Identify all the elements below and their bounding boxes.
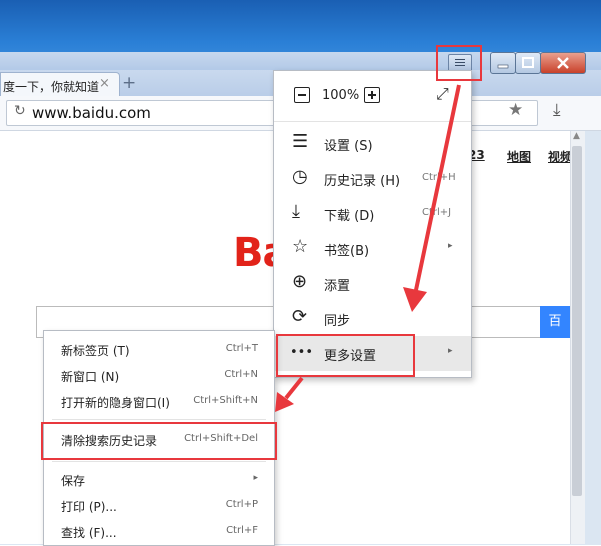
main-menu: 100% ⤢ ☰ 设置 (S) ◷ 历史记录 (H) Ctrl+H ⤓ 下载 (… — [273, 70, 472, 378]
zoom-in-button[interactable] — [364, 87, 380, 103]
minus-icon — [298, 94, 306, 96]
menu-item-label: 书签(B) — [324, 244, 370, 259]
submenu-arrow-icon: ▸ — [253, 473, 258, 483]
menu-item-label: 下载 (D) — [324, 209, 375, 224]
menu-item-label: 同步 — [324, 314, 351, 329]
menu-item-label: 设置 (S) — [324, 139, 373, 154]
submenu-item-label: 新窗口 (N) — [61, 370, 120, 384]
minimize-icon — [497, 64, 509, 69]
zoom-level: 100% — [322, 88, 360, 103]
submenu-item-label: 打开新的隐身窗口(I) — [61, 396, 170, 410]
close-icon — [557, 57, 569, 69]
zoom-out-button[interactable] — [294, 87, 310, 103]
menu-divider — [52, 419, 266, 420]
submenu-item-label: 新标签页 (T) — [61, 344, 130, 358]
menu-item-label: 历史记录 (H) — [324, 174, 401, 189]
close-tab-icon[interactable]: × — [99, 76, 110, 91]
tab-title: 度一下，你就知道 — [3, 80, 100, 94]
submenu-item-new-tab[interactable]: 新标签页 (T) Ctrl+T — [44, 337, 274, 363]
submenu-item-shortcut: Ctrl+F — [226, 525, 258, 536]
menu-divider — [52, 461, 266, 462]
fullscreen-icon[interactable]: ⤢ — [436, 84, 449, 104]
menu-item-bookmarks[interactable]: ☆ 书签(B) ▸ — [274, 231, 471, 266]
scrollbar-thumb[interactable] — [572, 146, 582, 496]
submenu-item-incognito[interactable]: 打开新的隐身窗口(I) Ctrl+Shift+N — [44, 389, 274, 415]
nav-link-map[interactable]: 地图 — [507, 148, 531, 165]
menu-item-history[interactable]: ◷ 历史记录 (H) Ctrl+H — [274, 161, 471, 196]
submenu-item-label: 保存 — [61, 474, 86, 488]
scroll-up-arrow-icon[interactable]: ▲ — [573, 131, 580, 141]
menu-item-shortcut: Ctrl+J — [422, 207, 452, 218]
url-text[interactable]: www.baidu.com — [32, 104, 151, 122]
tab-baidu[interactable]: 度一下，你就知道 × — [0, 72, 120, 97]
highlight-more-settings — [276, 334, 415, 377]
minimize-button[interactable] — [490, 52, 516, 74]
download-icon: ⤓ — [292, 201, 300, 222]
submenu-item-new-window[interactable]: 新窗口 (N) Ctrl+N — [44, 363, 274, 389]
search-button[interactable]: 百 — [540, 306, 570, 338]
menu-item-label: 添置 — [324, 279, 351, 294]
bookmark-star-icon[interactable]: ★ — [508, 100, 523, 120]
submenu-arrow-icon: ▸ — [448, 241, 453, 251]
submenu-item-label: 查找 (F)... — [61, 526, 117, 540]
reload-icon[interactable]: ↻ — [14, 103, 26, 119]
star-outline-icon: ☆ — [292, 236, 309, 257]
submenu-item-print[interactable]: 打印 (P)... Ctrl+P — [44, 493, 274, 519]
submenu-item-shortcut: Ctrl+Shift+N — [193, 395, 258, 406]
submenu-item-label: 打印 (P)... — [61, 500, 117, 514]
new-tab-button[interactable]: + — [122, 73, 136, 93]
highlight-clear-history — [41, 422, 277, 460]
submenu-arrow-icon: ▸ — [448, 346, 453, 356]
close-window-button[interactable] — [540, 52, 586, 74]
maximize-button[interactable] — [515, 52, 541, 74]
plus-circle-icon: ⊕ — [292, 271, 308, 292]
menu-item-add[interactable]: ⊕ 添置 — [274, 266, 471, 301]
sync-icon: ⟳ — [292, 306, 308, 327]
highlight-menu-button — [436, 45, 482, 81]
submenu-item-save[interactable]: 保存 ▸ — [44, 467, 274, 493]
clock-icon: ◷ — [292, 166, 308, 187]
menu-item-sync[interactable]: ⟳ 同步 — [274, 301, 471, 336]
menu-item-downloads[interactable]: ⤓ 下载 (D) Ctrl+J — [274, 196, 471, 231]
submenu-item-shortcut: Ctrl+N — [224, 369, 258, 380]
download-icon[interactable]: ⤓ — [553, 100, 561, 120]
nav-link-video[interactable]: 视频 — [548, 148, 572, 165]
settings-sliders-icon: ☰ — [292, 131, 309, 152]
submenu-item-shortcut: Ctrl+T — [225, 343, 258, 354]
submenu-item-shortcut: Ctrl+P — [225, 499, 258, 510]
menu-item-shortcut: Ctrl+H — [422, 172, 456, 183]
menu-item-settings[interactable]: ☰ 设置 (S) — [274, 126, 471, 161]
submenu-item-find[interactable]: 查找 (F)... Ctrl+F — [44, 519, 274, 545]
maximize-icon — [522, 57, 534, 68]
